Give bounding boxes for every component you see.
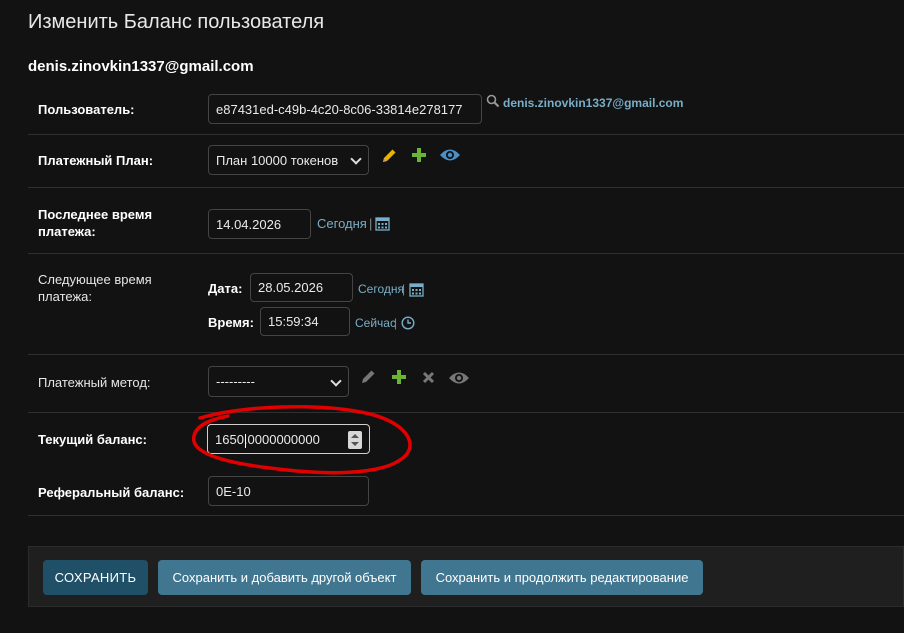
user-label: Пользователь: <box>38 102 135 117</box>
pencil-icon <box>362 370 375 383</box>
plus-icon[interactable] <box>391 369 407 385</box>
clock-icon[interactable] <box>401 316 415 330</box>
last-payment-today-link[interactable]: Сегодня <box>317 216 367 231</box>
page-title: Изменить Баланс пользователя <box>28 11 325 33</box>
last-payment-separator: | <box>369 216 373 231</box>
next-payment-date-input[interactable]: 28.05.2026 <box>250 273 353 302</box>
plus-icon[interactable] <box>411 147 427 163</box>
plan-field-row: Платежный План: План 10000 токенов <box>28 135 904 188</box>
next-payment-date-separator: | <box>402 282 406 296</box>
referral-label: Реферальный баланс: <box>38 485 185 500</box>
eye-icon[interactable] <box>439 148 461 162</box>
next-payment-now-link[interactable]: Сейчас <box>355 316 396 330</box>
user-id-input[interactable]: e87431ed-c49b-4c20-8c06-33814e278177 <box>208 94 482 124</box>
object-name: denis.zinovkin1337@gmail.com <box>28 58 254 75</box>
plan-select[interactable]: План 10000 токенов <box>208 145 369 175</box>
next-payment-field-row: Следующее время платежа: Дата: 28.05.202… <box>28 254 904 355</box>
last-payment-date-input[interactable]: 14.04.2026 <box>208 209 311 239</box>
next-payment-time-separator: | <box>394 316 398 330</box>
save-and-continue-button[interactable]: Сохранить и продолжить редактирование <box>421 560 703 595</box>
save-button[interactable]: СОХРАНИТЬ <box>43 560 148 595</box>
payment-method-field-row: Платежный метод: --------- <box>28 355 904 413</box>
next-payment-today-link[interactable]: Сегодня <box>358 282 404 296</box>
next-payment-date-label: Дата: <box>208 281 243 296</box>
delete-icon <box>422 371 435 384</box>
referral-field-row: Реферальный баланс: 0E-10 <box>28 467 904 516</box>
plan-label: Платежный План: <box>38 153 154 168</box>
user-lookup-link[interactable]: denis.zinovkin1337@gmail.com <box>503 96 683 110</box>
balance-label: Текущий баланс: <box>38 432 147 447</box>
payment-method-select[interactable]: --------- <box>208 366 349 397</box>
last-payment-label: Последнее время платежа: <box>38 207 153 239</box>
pencil-icon[interactable] <box>380 147 398 165</box>
eye-icon <box>449 372 469 384</box>
save-and-add-another-button[interactable]: Сохранить и добавить другой объект <box>158 560 411 595</box>
annotation-circle <box>192 405 412 475</box>
next-payment-time-input[interactable]: 15:59:34 <box>260 307 350 336</box>
payment-method-label: Платежный метод: <box>38 375 151 390</box>
payment-method-selected-value: --------- <box>216 374 255 389</box>
calendar-icon[interactable] <box>375 216 390 231</box>
plan-selected-value: План 10000 токенов <box>216 152 339 168</box>
submit-row: СОХРАНИТЬ Сохранить и добавить другой об… <box>28 546 904 607</box>
calendar-icon[interactable] <box>409 282 424 297</box>
next-payment-time-label: Время: <box>208 315 254 330</box>
balance-field-row: Текущий баланс: 1650.0000000000 <box>28 413 904 467</box>
next-payment-label: Следующее время платежа: <box>38 272 152 304</box>
search-icon[interactable] <box>486 94 500 108</box>
last-payment-field-row: Последнее время платежа: 14.04.2026 Сего… <box>28 188 904 254</box>
user-field-row: Пользователь: e87431ed-c49b-4c20-8c06-33… <box>28 84 904 135</box>
